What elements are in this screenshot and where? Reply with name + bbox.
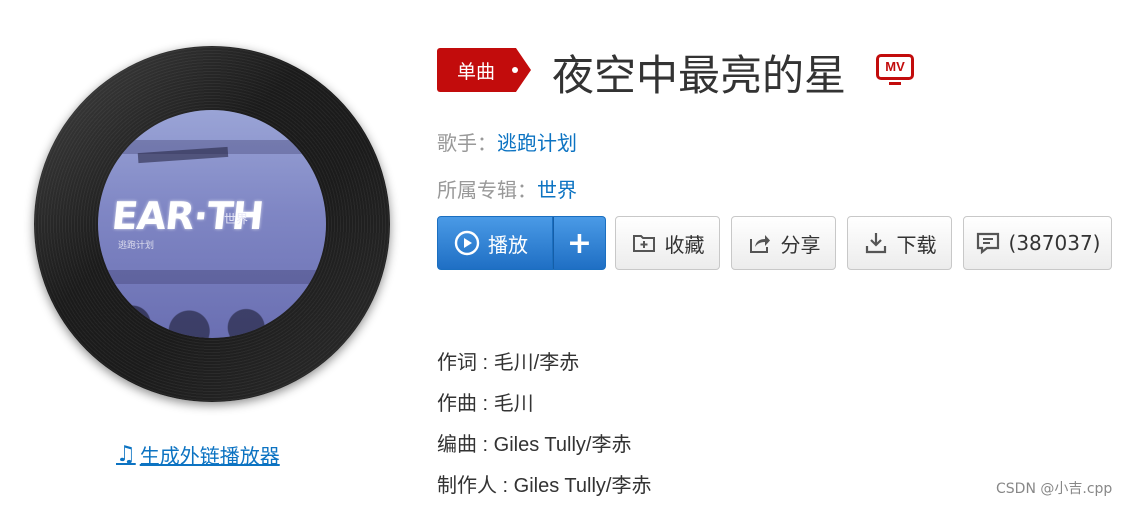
- favorite-button[interactable]: 收藏: [615, 216, 720, 270]
- share-label: 分享: [780, 232, 821, 257]
- song-type-tag: 单曲: [437, 48, 531, 92]
- play-label: 播放: [488, 232, 528, 257]
- album-row: 所属专辑：世界: [437, 174, 577, 203]
- download-label: 下载: [896, 232, 937, 257]
- singer-label: 歌手：: [437, 131, 497, 155]
- share-icon: [749, 235, 770, 253]
- credit-producer: 制作人 : Giles Tully/李赤: [437, 475, 652, 497]
- download-icon: [865, 233, 886, 254]
- cover-sub-text: 逃跑计划: [118, 241, 155, 251]
- cover-decor: [98, 268, 326, 338]
- add-to-playlist-button[interactable]: +: [553, 216, 606, 270]
- comment-button[interactable]: (387037): [963, 216, 1112, 270]
- credit-composer: 作曲 : 毛川: [437, 393, 534, 415]
- album-label: 所属专辑：: [437, 178, 537, 202]
- external-player-link[interactable]: ♫ 生成外链播放器: [116, 440, 280, 469]
- song-type-label: 单曲: [457, 60, 496, 83]
- add-folder-icon: [632, 235, 655, 252]
- album-link[interactable]: 世界: [537, 178, 577, 202]
- music-note-icon: ♫: [116, 442, 136, 467]
- credit-lyricist: 作词 : 毛川/李赤: [437, 352, 580, 374]
- singer-link[interactable]: 逃跑计划: [497, 131, 577, 155]
- album-cover[interactable]: EAR·TH 世界 逃跑计划: [98, 110, 326, 338]
- download-button[interactable]: 下载: [847, 216, 952, 270]
- comment-count: (387037): [1008, 231, 1101, 255]
- mv-label: MV: [885, 59, 905, 74]
- watermark: CSDN @小吉.cpp: [996, 481, 1113, 497]
- tag-dot: [512, 67, 518, 73]
- share-button[interactable]: 分享: [731, 216, 836, 270]
- album-disc: EAR·TH 世界 逃跑计划: [34, 46, 390, 402]
- song-title: 夜空中最亮的星: [552, 51, 847, 100]
- cover-world-text: 世界: [224, 212, 249, 226]
- play-button[interactable]: 播放: [437, 216, 553, 270]
- mv-icon[interactable]: MV: [876, 54, 914, 85]
- credit-arranger: 编曲 : Giles Tully/李赤: [437, 434, 632, 456]
- favorite-label: 收藏: [664, 232, 705, 257]
- singer-row: 歌手：逃跑计划: [437, 127, 577, 156]
- play-circle-icon: [454, 230, 480, 256]
- external-player-label[interactable]: 生成外链播放器: [140, 440, 280, 469]
- comment-icon: [976, 232, 999, 255]
